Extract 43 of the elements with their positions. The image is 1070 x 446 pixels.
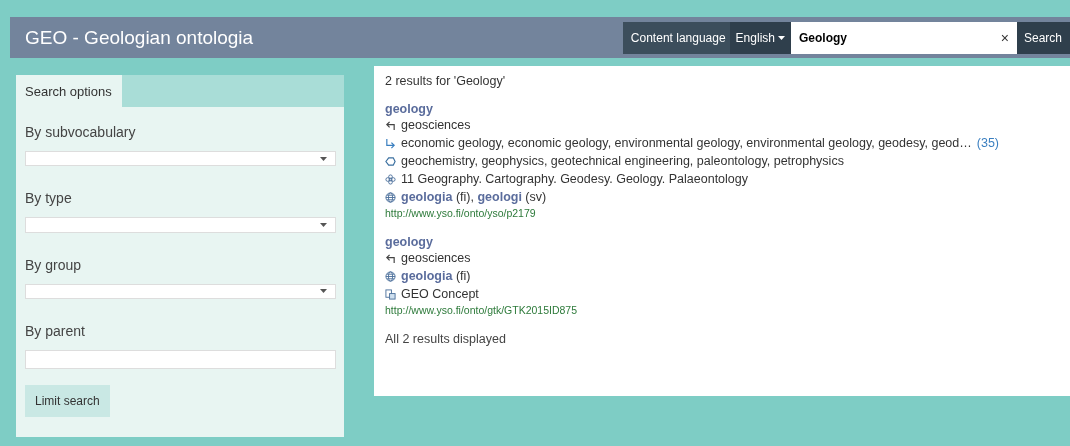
more-count-link[interactable]: (35) [976,134,999,152]
filter-label: By type [25,190,73,207]
globe-icon [385,270,397,282]
search-field[interactable]: Geology × [790,21,1017,54]
caret-icon [320,156,328,161]
result-detail-text: geochemistry, geophysics, geotechnical engineering, paleontology, petrophysics [401,153,844,170]
search-options-tab[interactable]: Search options [16,75,122,107]
result-detail-text: GEO Concept [401,286,479,303]
clear-button[interactable]: × [1000,29,1009,46]
results-summary: 2 results for 'Geology' [385,74,507,88]
result-detail-text: geologia (fi) [401,268,471,285]
result-detail-text: economic geology, economic geology, environmental geology, environmental geology, geodesy, geod… [401,135,972,152]
language-dropdown[interactable]: English [729,21,791,54]
result-title-link[interactable]: geology [385,235,433,249]
filter-label: By group [25,256,83,273]
turn-left-arrow-icon [385,252,397,264]
concept-icon [385,288,397,300]
limit-search-button[interactable]: Limit search [25,385,110,417]
filter-label: By subvocabulary [25,124,137,140]
result-detail-text: geosciences [401,117,471,134]
result-detail-text: 11 Geography. Cartography. Geodesy. Geology. Palaeontology [401,171,748,188]
result-detail-text: geosciences [401,250,471,267]
concept-uri-link[interactable]: http://www.yso.fi/onto/gtk/GTK2015ID875 [385,304,578,316]
vocabulary-title[interactable]: GEO - Geologian ontologia [10,26,254,49]
hexagon-icon [385,155,397,167]
caret-icon [777,35,785,40]
filter-dropdown[interactable] [25,283,337,299]
caret-icon [320,289,328,294]
filter-dropdown[interactable] [25,151,337,167]
turn-left-arrow-icon [385,119,397,131]
results-footer: All 2 results displayed [385,332,1059,346]
group-icon [385,173,397,185]
parent-input-field[interactable] [25,350,337,369]
caret-icon [320,223,328,227]
concept-uri-link[interactable]: http://www.yso.fi/onto/yso/p2179 [385,207,536,219]
result-title-link[interactable]: geology [385,102,433,116]
result-detail-text: geologia (fi), geologi (sv) [401,189,547,206]
filter-dropdown[interactable] [25,217,337,233]
search-button[interactable]: Search [1016,21,1070,54]
filter-label: By parent [25,323,86,339]
globe-icon [385,191,397,203]
content-language-label: Content language [622,21,730,54]
turn-right-arrow-icon [385,137,397,149]
